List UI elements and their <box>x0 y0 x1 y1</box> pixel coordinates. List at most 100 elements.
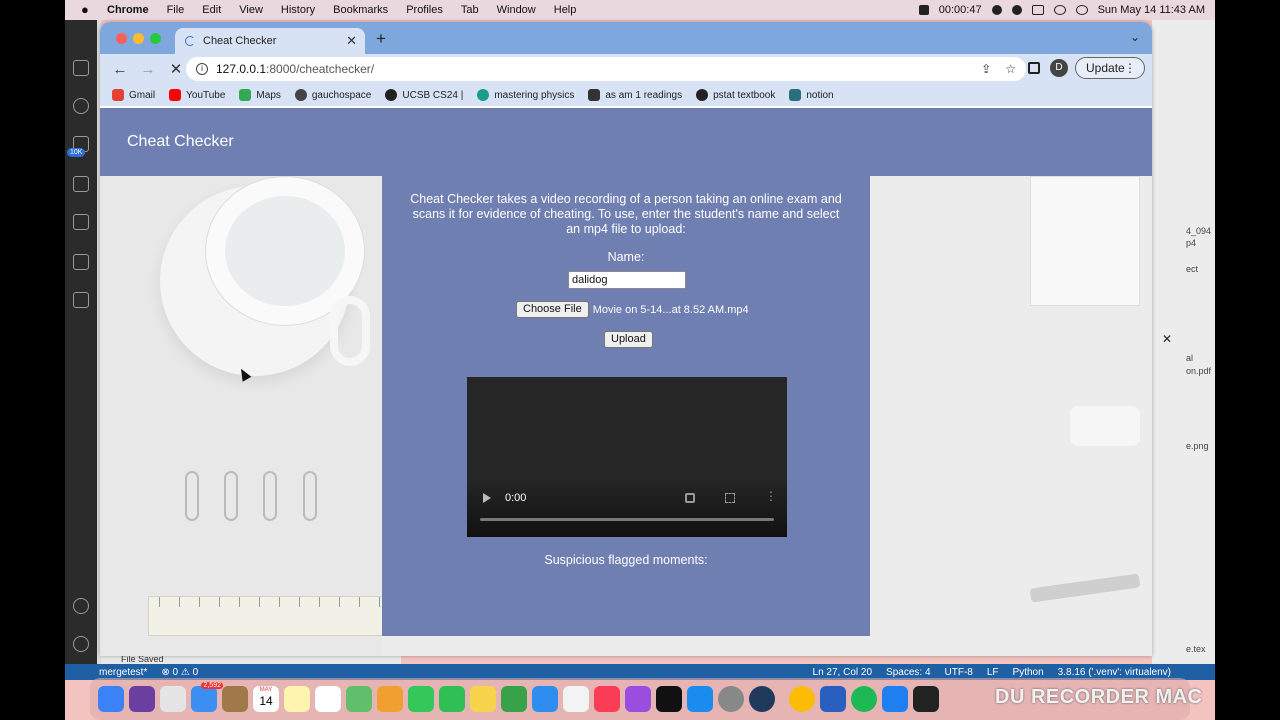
forward-button[interactable]: → <box>140 61 156 78</box>
bookmark-notion[interactable]: notion <box>789 89 834 101</box>
search-icon[interactable] <box>73 98 89 114</box>
system-settings-dock-icon[interactable] <box>718 686 744 712</box>
bookmark-maps[interactable]: Maps <box>239 89 281 101</box>
app-dock-icon[interactable] <box>749 686 775 712</box>
facetime-dock-icon[interactable] <box>439 686 465 712</box>
finder-dock-icon[interactable] <box>98 686 124 712</box>
bookmark-star-icon[interactable]: ☆ <box>1005 62 1016 76</box>
contacts-dock-icon[interactable] <box>222 686 248 712</box>
finder-file-label[interactable]: on.pdf <box>1186 366 1211 376</box>
update-button[interactable]: Update ⋮ <box>1075 57 1145 79</box>
finder-file-label[interactable]: ect <box>1186 264 1198 274</box>
cursor-position[interactable]: Ln 27, Col 20 <box>813 667 873 678</box>
video-player[interactable]: 0:00 ⋮ <box>467 377 787 537</box>
mail-dock-icon[interactable]: 2,592 <box>191 682 223 712</box>
menu-profiles[interactable]: Profiles <box>406 4 443 16</box>
python-interpreter[interactable]: 3.8.16 ('.venv': virtualenv) <box>1058 667 1171 678</box>
chrome-dock-icon[interactable] <box>789 686 815 712</box>
site-brand[interactable]: Cheat Checker <box>127 133 234 151</box>
minimize-window-button[interactable] <box>133 33 144 44</box>
keynote-dock-icon[interactable] <box>532 686 558 712</box>
side-panel-icon[interactable] <box>1028 62 1040 74</box>
reminders-dock-icon[interactable] <box>315 686 341 712</box>
menu-edit[interactable]: Edit <box>202 4 221 16</box>
more-menu-icon[interactable]: ⋮ <box>1124 61 1136 75</box>
bookmark-youtube[interactable]: YouTube <box>169 89 225 101</box>
calendar-dock-icon[interactable]: MAY 14 <box>253 686 279 712</box>
siri-dock-icon[interactable] <box>129 686 155 712</box>
battery-icon[interactable] <box>1031 5 1044 15</box>
play-icon[interactable] <box>483 493 491 503</box>
encoding[interactable]: UTF-8 <box>945 667 973 678</box>
video-progress-bar[interactable] <box>480 518 774 521</box>
upload-button[interactable]: Upload <box>604 331 653 348</box>
problems-count[interactable]: ⊗ 0 ⚠ 0 <box>161 667 198 678</box>
finder-file-label[interactable]: p4 <box>1186 238 1196 248</box>
menu-tab[interactable]: Tab <box>461 4 479 16</box>
git-branch[interactable]: mergetest* <box>99 667 147 678</box>
indentation[interactable]: Spaces: 4 <box>886 667 930 678</box>
apple-icon[interactable]: ● <box>81 3 93 16</box>
fullscreen-icon[interactable] <box>725 493 735 503</box>
menu-app-name[interactable]: Chrome <box>107 4 149 16</box>
language-mode[interactable]: Python <box>1013 667 1044 678</box>
bookmark-ucsb-cs24[interactable]: UCSB CS24 | <box>385 89 463 101</box>
pause-icon[interactable] <box>991 5 1002 15</box>
remote-explorer-icon[interactable] <box>73 254 89 270</box>
volume-icon[interactable] <box>685 493 695 503</box>
bookmark-gmail[interactable]: Gmail <box>112 89 155 101</box>
back-button[interactable]: ← <box>112 61 128 78</box>
freeform-dock-icon[interactable] <box>470 686 496 712</box>
menu-help[interactable]: Help <box>554 4 577 16</box>
messages-dock-icon[interactable] <box>408 686 434 712</box>
menu-bookmarks[interactable]: Bookmarks <box>333 4 388 16</box>
finder-file-label[interactable]: e.png <box>1186 441 1209 451</box>
launchpad-dock-icon[interactable] <box>160 686 186 712</box>
spotify-dock-icon[interactable] <box>851 686 877 712</box>
music-dock-icon[interactable] <box>594 686 620 712</box>
numbers-dock-icon[interactable] <box>501 686 527 712</box>
menu-history[interactable]: History <box>281 4 315 16</box>
bookmark-pstat-textbook[interactable]: pstat textbook <box>696 89 775 101</box>
word-dock-icon[interactable] <box>820 686 846 712</box>
tv-dock-icon[interactable] <box>656 686 682 712</box>
end-of-line[interactable]: LF <box>987 667 999 678</box>
tab-cheat-checker[interactable]: Cheat Checker ✕ <box>175 28 365 54</box>
photos-dock-icon[interactable] <box>377 686 403 712</box>
address-bar[interactable]: i 127.0.0.1 :8000/cheatchecker/ ⇪ ☆ <box>186 57 1026 81</box>
video-options-icon[interactable]: ⋮ <box>765 489 777 503</box>
bluetooth-dock-icon[interactable] <box>882 686 908 712</box>
bookmark-mastering-physics[interactable]: mastering physics <box>477 89 574 101</box>
run-debug-icon[interactable] <box>73 176 89 192</box>
close-window-button[interactable] <box>116 33 127 44</box>
choose-file-button[interactable]: Choose File <box>516 301 589 318</box>
terminal-dock-icon[interactable] <box>913 686 939 712</box>
settings-gear-icon[interactable] <box>73 636 89 652</box>
wifi-icon[interactable] <box>1053 5 1066 15</box>
news-dock-icon[interactable] <box>563 686 589 712</box>
app-store-dock-icon[interactable] <box>687 686 713 712</box>
account-icon[interactable] <box>73 598 89 614</box>
bookmark-gauchospace[interactable]: gauchospace <box>294 89 371 101</box>
menu-file[interactable]: File <box>167 4 185 16</box>
tab-search-chevron-icon[interactable]: ⌄ <box>1130 30 1140 44</box>
recording-icon[interactable] <box>918 5 929 15</box>
maps-dock-icon[interactable] <box>346 686 372 712</box>
menu-window[interactable]: Window <box>497 4 536 16</box>
finder-file-label[interactable]: al <box>1186 353 1193 363</box>
close-icon[interactable]: ✕ <box>1162 332 1172 346</box>
new-tab-button[interactable]: + <box>376 29 386 49</box>
podcasts-dock-icon[interactable] <box>625 686 651 712</box>
zoom-window-button[interactable] <box>150 33 161 44</box>
stop-loading-button[interactable]: ✕ <box>168 60 184 78</box>
share-icon[interactable]: ⇪ <box>981 62 991 76</box>
profile-avatar[interactable]: D <box>1050 59 1068 77</box>
site-info-icon[interactable]: i <box>196 63 208 75</box>
finder-file-label[interactable]: 4_094 <box>1186 226 1211 236</box>
testing-icon[interactable] <box>73 292 89 308</box>
bookmark-as-am-readings[interactable]: as am 1 readings <box>588 89 682 101</box>
menubar-clock[interactable]: Sun May 14 11:43 AM <box>1098 4 1205 16</box>
search-icon[interactable] <box>1075 5 1088 15</box>
student-name-input[interactable] <box>568 271 686 289</box>
finder-file-label[interactable]: e.tex <box>1186 644 1206 654</box>
